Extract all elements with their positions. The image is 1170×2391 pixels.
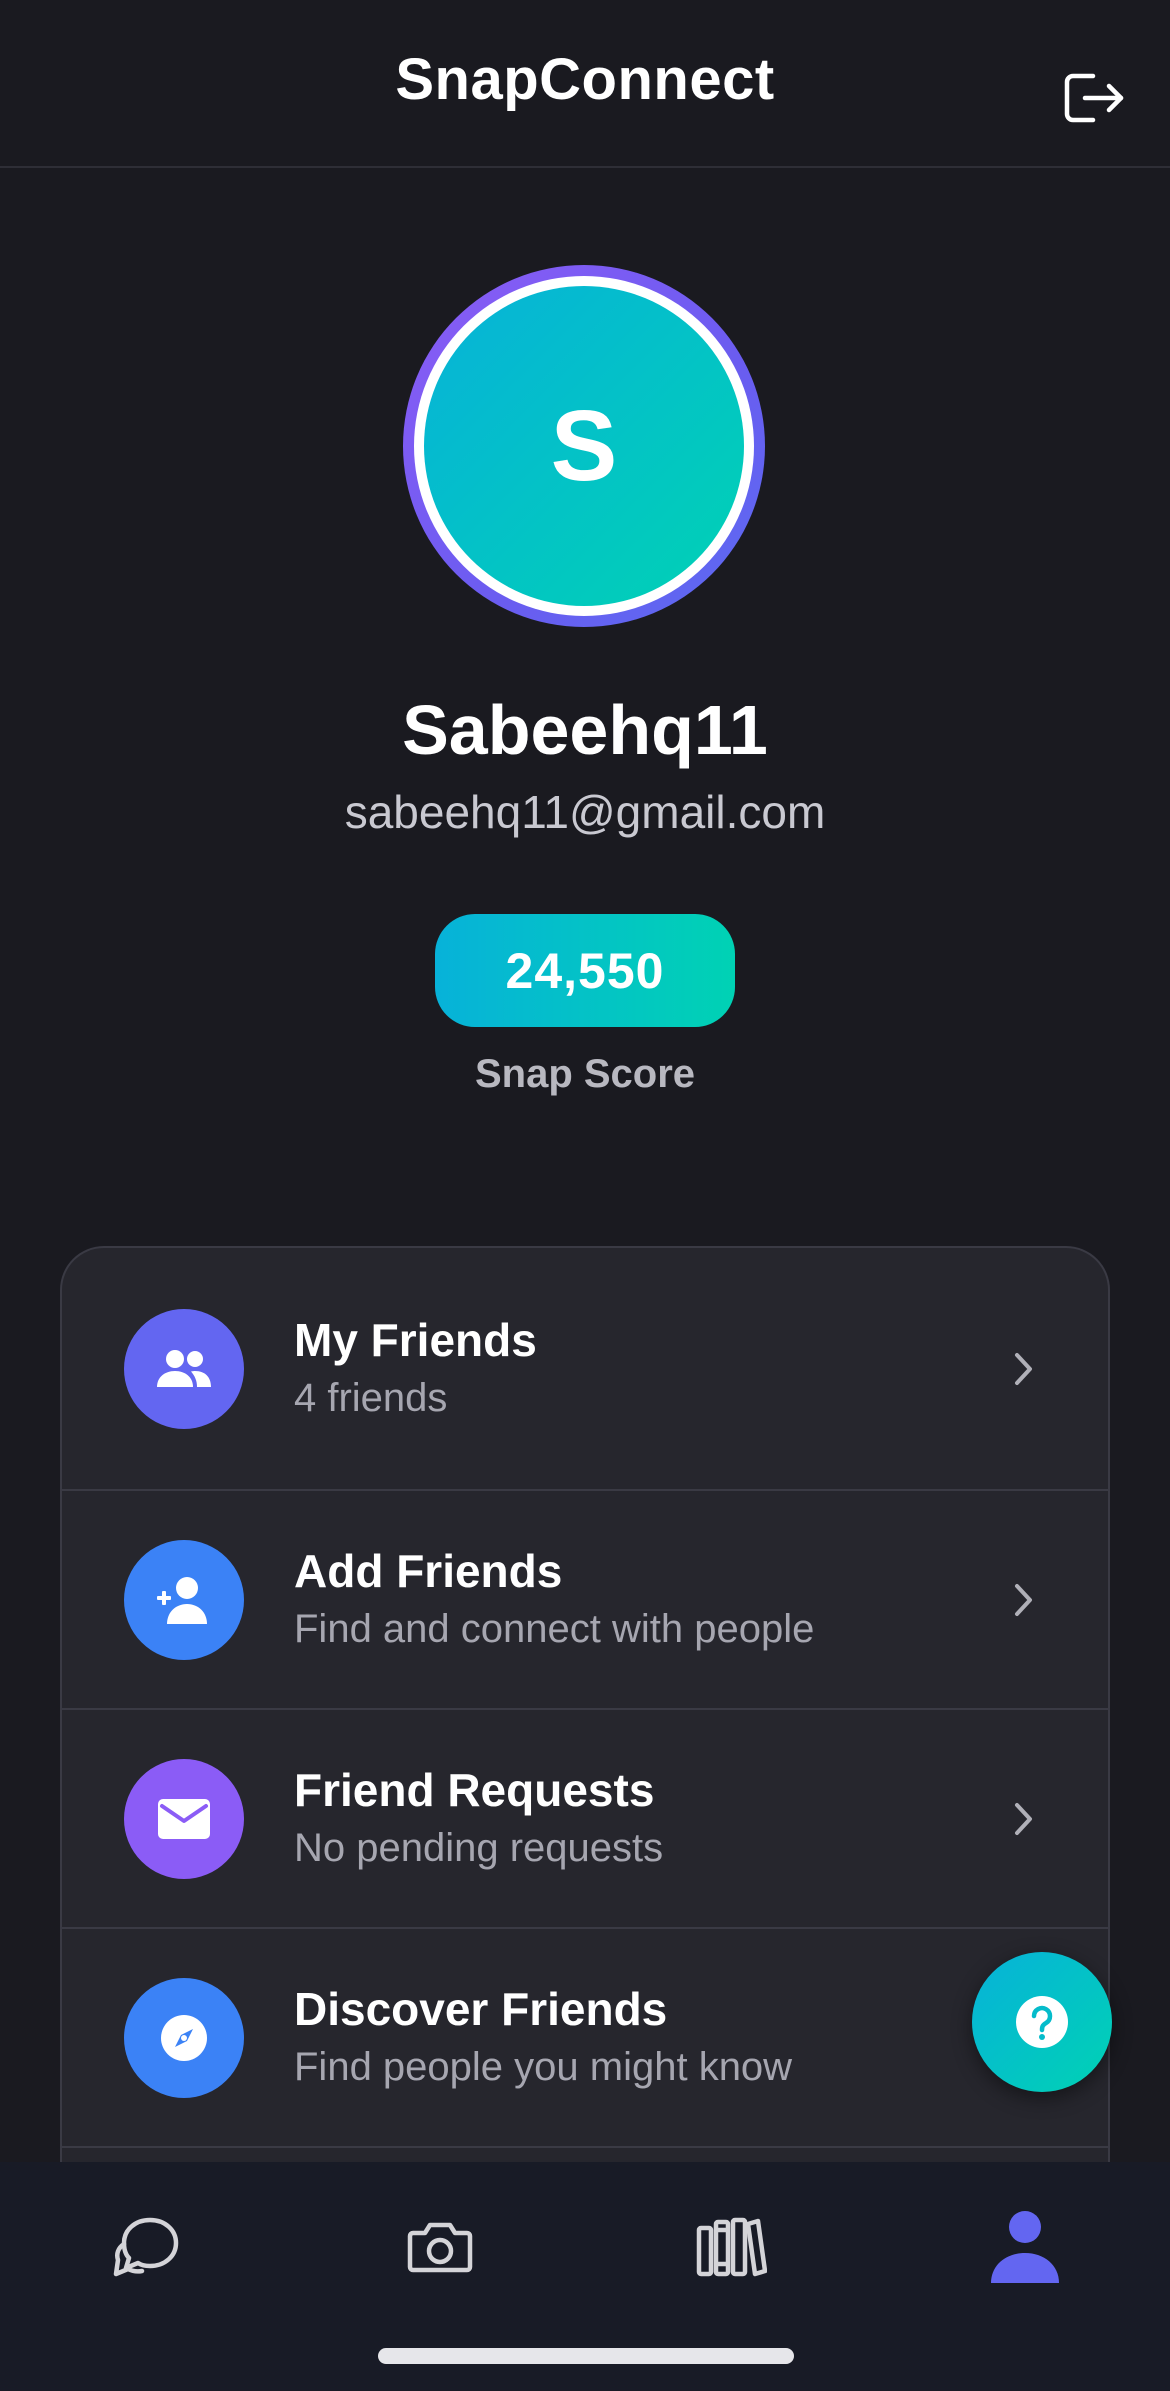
menu-item-my-friends[interactable]: My Friends 4 friends [62, 1248, 1108, 1491]
snap-score-badge: 24,550 [435, 914, 735, 1027]
profile-icon [991, 2211, 1059, 2283]
add-user-icon [157, 1576, 207, 1624]
menu-item-title: Friend Requests [294, 1763, 655, 1816]
profile-screen: SnapConnect S Sabeehq11 sabeehq11@gmail.… [0, 0, 1170, 2391]
chat-icon [113, 2217, 179, 2277]
menu-item-subtitle: Find and connect with people [294, 1607, 815, 1652]
compass-icon [161, 2014, 207, 2061]
logout-icon [1064, 73, 1124, 123]
friends-menu: My Friends 4 friends Add Friends Find an… [60, 1246, 1110, 2246]
chevron-right-icon [1015, 1583, 1032, 1616]
menu-item-subtitle: Find people you might know [294, 2045, 793, 2090]
chevron-right-icon [1015, 1352, 1032, 1385]
avatar[interactable]: S [403, 265, 765, 627]
tab-stories[interactable] [676, 2192, 786, 2302]
logout-button[interactable] [1054, 58, 1134, 138]
menu-item-discover-friends[interactable]: Discover Friends Find people you might k… [62, 1929, 1108, 2148]
header: SnapConnect [0, 0, 1170, 168]
email: sabeehq11@gmail.com [344, 786, 826, 838]
username: Sabeehq11 [402, 691, 768, 769]
menu-item-friend-requests[interactable]: Friend Requests No pending requests [62, 1710, 1108, 1929]
menu-item-title: Add Friends [294, 1544, 563, 1597]
menu-item-subtitle: 4 friends [294, 1376, 448, 1421]
menu-item-title: Discover Friends [294, 1982, 668, 2035]
snap-score-label: Snap Score [474, 1052, 696, 1096]
camera-icon [407, 2222, 473, 2273]
mail-icon [158, 1798, 210, 1839]
help-icon [1016, 1996, 1068, 2048]
friends-icon [157, 1349, 211, 1387]
menu-item-subtitle: No pending requests [294, 1826, 664, 1871]
chevron-right-icon [1015, 1802, 1032, 1835]
tab-chats[interactable] [92, 2192, 202, 2302]
menu-item-add-friends[interactable]: Add Friends Find and connect with people [62, 1491, 1108, 1710]
home-indicator [378, 2348, 794, 2364]
tab-camera[interactable] [385, 2192, 495, 2302]
avatar-initial: S [424, 286, 744, 606]
menu-item-title: My Friends [294, 1313, 537, 1366]
library-icon [696, 2217, 767, 2277]
help-button[interactable] [972, 1952, 1112, 2092]
app-title: SnapConnect [395, 46, 775, 112]
tab-profile[interactable] [970, 2192, 1080, 2302]
